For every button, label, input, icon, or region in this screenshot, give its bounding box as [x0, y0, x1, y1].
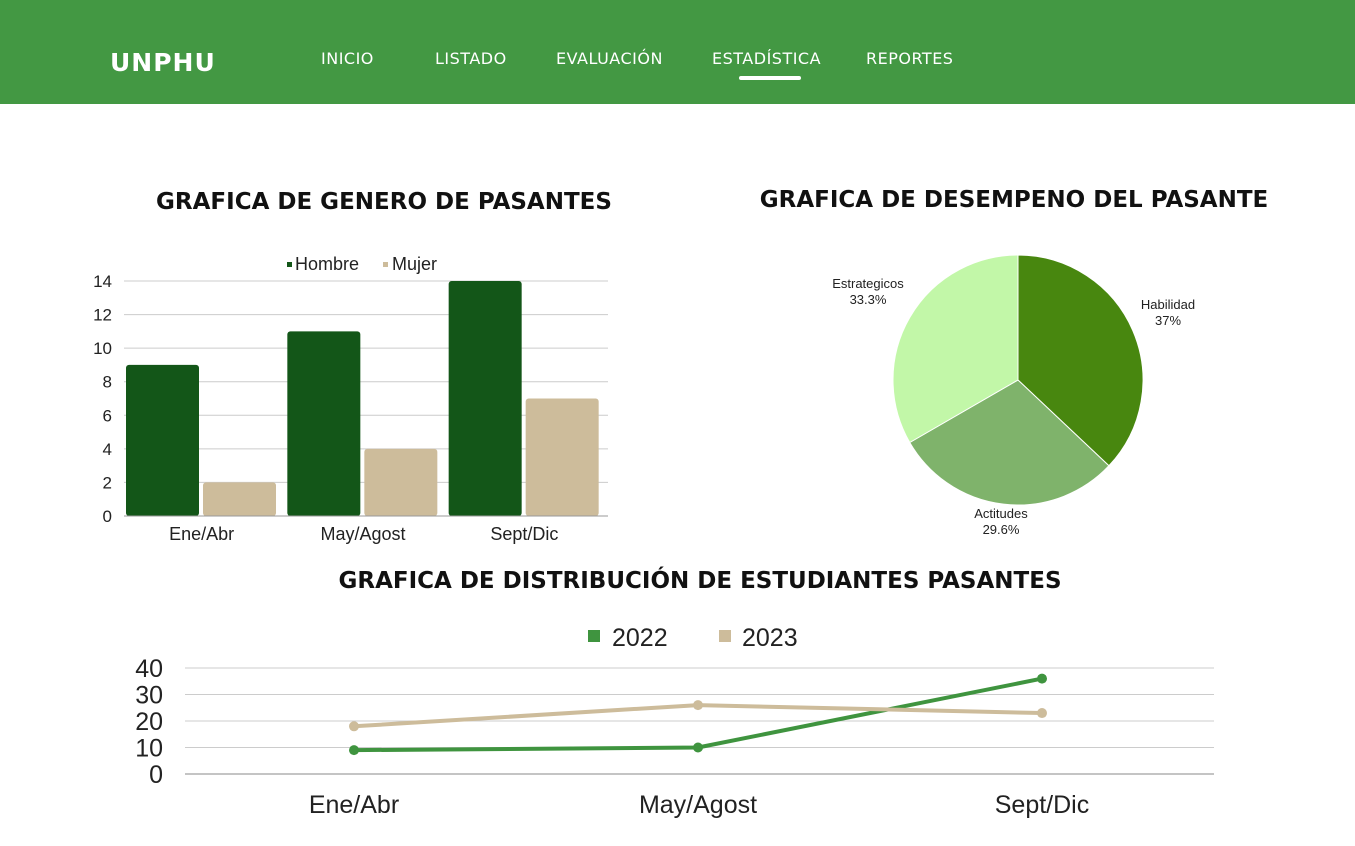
pie-label: Estrategicos — [832, 276, 904, 291]
bar-hombre — [448, 281, 522, 516]
bar-mujer — [364, 448, 438, 516]
legend-hombre-label: Hombre — [295, 254, 359, 274]
line-point-2022 — [349, 745, 359, 756]
bar-y-tick-label: 6 — [103, 406, 112, 425]
bar-hombre — [126, 364, 199, 516]
line-series-2022 — [353, 676, 1043, 753]
bar-y-tick-label: 14 — [93, 272, 112, 291]
pie-value-label: 33.3% — [850, 292, 887, 307]
line-point-2022 — [693, 742, 703, 753]
bar-mujer — [525, 398, 599, 516]
line-y-tick-label: 30 — [135, 682, 163, 710]
legend-hombre-swatch — [287, 262, 292, 267]
legend-mujer-swatch — [383, 262, 388, 267]
bar-y-tick-label: 2 — [103, 473, 112, 492]
pie-value-label: 29.6% — [983, 522, 1020, 537]
line-x-tick-label: May/Agost — [639, 791, 757, 819]
line-point-2023 — [1037, 708, 1047, 719]
legend-2023-swatch — [719, 630, 731, 642]
line-y-tick-label: 10 — [135, 735, 163, 763]
pie-label: Habilidad — [1141, 297, 1195, 312]
legend-mujer-label: Mujer — [392, 254, 437, 274]
charts-canvas: 0 2 4 6 8 10 12 14 Ene/Abr May/Agost Sept/Dic Hombr… — [93, 254, 1214, 819]
legend-2023-label: 2023 — [742, 624, 798, 652]
bar-x-tick-label: May/Agost — [320, 524, 405, 544]
line-x-tick-label: Ene/Abr — [309, 791, 399, 819]
bar-mujer — [203, 482, 276, 516]
line-point-2023 — [349, 721, 359, 732]
bar-y-tick-label: 12 — [93, 306, 112, 325]
line-point-2022 — [1037, 673, 1047, 684]
line-y-tick-label: 40 — [135, 655, 163, 683]
bar-y-tick-label: 8 — [103, 373, 112, 392]
pie-label: Actitudes — [974, 506, 1028, 521]
bar-x-tick-label: Sept/Dic — [490, 524, 558, 544]
bar-y-tick-label: 4 — [103, 440, 112, 459]
legend-2022-label: 2022 — [612, 624, 668, 652]
line-point-2023 — [693, 700, 703, 711]
legend-2022-swatch — [588, 630, 600, 642]
pie-value-label: 37% — [1155, 313, 1181, 328]
bar-y-tick-label: 0 — [103, 507, 112, 526]
line-y-tick-label: 0 — [149, 761, 163, 789]
bar-x-tick-label: Ene/Abr — [169, 524, 234, 544]
bar-hombre — [287, 331, 361, 516]
line-y-tick-label: 20 — [135, 708, 163, 736]
line-x-tick-label: Sept/Dic — [995, 791, 1089, 819]
bar-y-tick-label: 10 — [93, 339, 112, 358]
